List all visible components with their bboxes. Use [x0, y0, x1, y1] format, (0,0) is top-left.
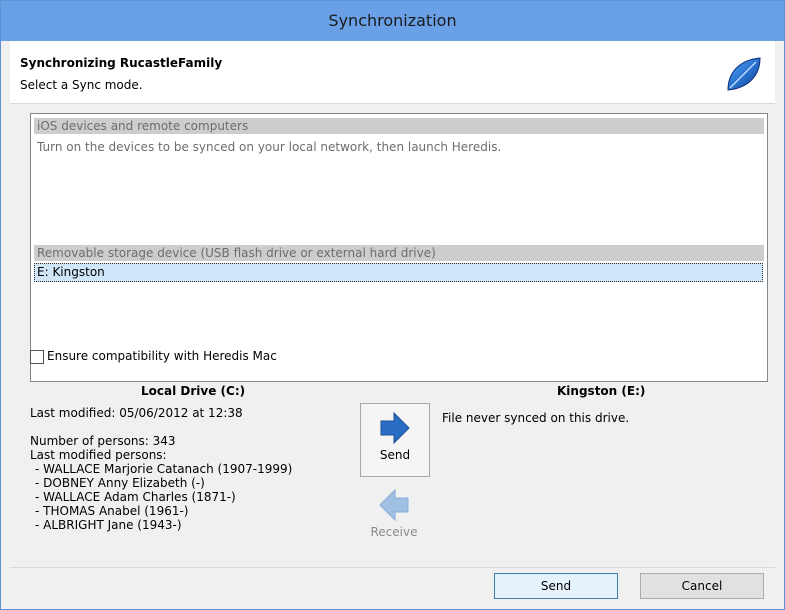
remote-drive-title: Kingston (E:) [557, 384, 646, 398]
title-bar: Synchronization [1, 1, 784, 41]
cancel-button[interactable]: Cancel [640, 573, 764, 599]
person-entry: - DOBNEY Anny Elizabeth (-) [35, 476, 205, 490]
group-header-removable: Removable storage device (USB flash driv… [34, 245, 764, 261]
group-header-ios: iOS devices and remote computers [34, 118, 764, 134]
sync-dialog: Synchronization Synchronizing RucastleFa… [0, 0, 785, 610]
receive-big-label: Receive [370, 525, 418, 539]
send-big-label: Send [379, 448, 411, 462]
arrow-right-icon [380, 412, 410, 444]
local-num-persons: Number of persons: 343 [30, 434, 176, 448]
send-to-drive-button[interactable]: Send [360, 403, 430, 477]
leaf-logo-icon [727, 57, 761, 91]
arrow-left-icon [379, 489, 409, 521]
sync-device-list[interactable]: iOS devices and remote computers Turn on… [30, 113, 768, 382]
dialog-body: Synchronizing RucastleFamily Select a Sy… [10, 41, 775, 602]
compat-label: Ensure compatibility with Heredis Mac [47, 349, 277, 363]
local-drive-title: Local Drive (C:) [141, 384, 246, 398]
local-last-modified: Last modified: 05/06/2012 at 12:38 [30, 406, 243, 420]
compat-checkbox[interactable] [30, 350, 44, 364]
receive-from-drive-button[interactable]: Receive [360, 481, 428, 553]
window-title: Synchronization [328, 11, 457, 30]
local-last-modified-persons-label: Last modified persons: [30, 448, 167, 462]
person-entry: - WALLACE Marjorie Catanach (1907-1999) [35, 462, 293, 476]
person-entry: - ALBRIGHT Jane (1943-) [35, 518, 182, 532]
header-title: Synchronizing RucastleFamily [20, 56, 223, 70]
dialog-header: Synchronizing RucastleFamily Select a Sy… [10, 41, 775, 104]
list-item-kingston[interactable]: E: Kingston [34, 263, 763, 282]
button-bar: Send Cancel [10, 567, 775, 602]
remote-sync-status: File never synced on this drive. [442, 411, 630, 425]
last-modified-persons-list: - WALLACE Marjorie Catanach (1907-1999) … [35, 462, 292, 532]
group-desc-ios: Turn on the devices to be synced on your… [37, 140, 502, 154]
person-entry: - THOMAS Anabel (1961-) [35, 504, 189, 518]
send-button[interactable]: Send [494, 573, 618, 599]
header-subtitle: Select a Sync mode. [20, 78, 143, 92]
person-entry: - WALLACE Adam Charles (1871-) [35, 490, 236, 504]
